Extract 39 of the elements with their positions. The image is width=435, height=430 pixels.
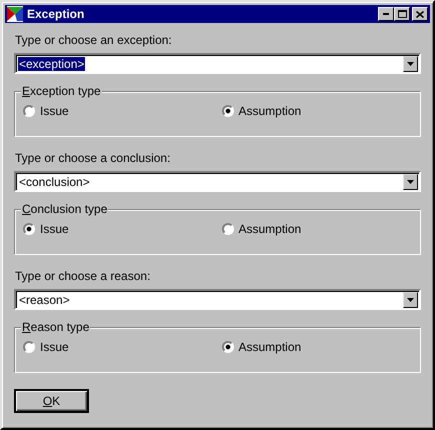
maximize-icon — [398, 10, 406, 18]
dropdown-button[interactable] — [403, 174, 418, 190]
window-title: Exception — [27, 7, 86, 21]
combo-value: <exception> — [18, 56, 86, 70]
dropdown-button[interactable] — [403, 292, 418, 308]
ok-button[interactable]: OK — [14, 389, 89, 413]
combo-field[interactable]: <conclusion> — [14, 171, 421, 192]
close-icon — [416, 10, 424, 18]
minimize-icon — [383, 13, 389, 15]
combo-field[interactable]: <exception> — [14, 53, 421, 74]
radio-label[interactable]: Issue — [40, 104, 69, 118]
radio-button[interactable] — [23, 105, 35, 117]
close-button[interactable] — [412, 7, 428, 21]
radio-label[interactable]: Assumption — [238, 104, 302, 118]
dropdown-button[interactable] — [403, 56, 418, 72]
radio-button[interactable] — [23, 341, 35, 353]
radio-label[interactable]: Assumption — [238, 340, 302, 354]
maximize-button[interactable] — [394, 7, 410, 21]
radio-label[interactable]: Issue — [40, 340, 69, 354]
radio-button[interactable] — [23, 223, 35, 235]
radio-button[interactable] — [222, 223, 234, 235]
radio-label[interactable]: Issue — [40, 222, 69, 236]
field-label: Type or choose a conclusion: — [15, 151, 172, 166]
combo-value: <reason> — [18, 292, 71, 306]
group-label: Conclusion type — [21, 202, 108, 216]
caret-icon — [407, 298, 414, 302]
field-label: Type or choose an exception: — [15, 33, 173, 48]
combo-value: <conclusion> — [18, 174, 91, 188]
radio-label[interactable]: Assumption — [238, 222, 302, 236]
caret-icon — [407, 180, 414, 184]
app-icon — [7, 6, 23, 22]
combo-field[interactable]: <reason> — [14, 289, 421, 310]
minimize-button[interactable] — [378, 7, 394, 21]
caret-icon — [407, 62, 414, 66]
group-label: Exception type — [21, 84, 102, 98]
field-label: Type or choose a reason: — [15, 269, 152, 284]
group-label: Reason type — [21, 320, 90, 334]
radio-button[interactable] — [222, 341, 234, 353]
radio-button[interactable] — [222, 105, 234, 117]
